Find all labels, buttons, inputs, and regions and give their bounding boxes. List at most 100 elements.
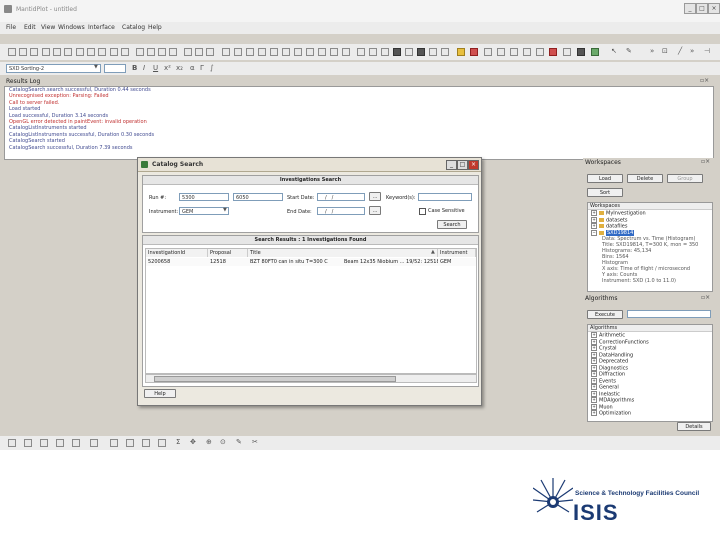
bars-3d-icon[interactable] [381, 48, 389, 56]
expand-icon[interactable]: + [591, 358, 597, 364]
data-picker-icon[interactable]: ⊡ [662, 47, 668, 55]
box-plot-icon[interactable] [318, 48, 326, 56]
math-symbol-icon[interactable]: ∫ [210, 64, 214, 72]
expand-icon[interactable]: − [591, 229, 597, 236]
add-layer-icon[interactable] [158, 48, 166, 56]
save-project-icon[interactable] [30, 48, 38, 56]
more-tools-2-icon[interactable]: » [690, 47, 694, 55]
new-graph-icon[interactable] [76, 48, 84, 56]
arrange-icon[interactable] [169, 48, 177, 56]
greek-upper-icon[interactable]: Γ [200, 64, 204, 72]
scatter-3d-icon[interactable] [393, 48, 401, 56]
col-proposal[interactable]: Proposal [208, 249, 248, 257]
run-to-input[interactable]: 6050 [233, 193, 283, 201]
vectors-icon[interactable] [330, 48, 338, 56]
bottom-tool-5-icon[interactable] [72, 439, 80, 447]
bottom-tool-1-icon[interactable] [8, 439, 16, 447]
select-column-icon[interactable] [497, 48, 505, 56]
expand-icon[interactable]: + [591, 364, 597, 371]
execute-button[interactable]: Execute [587, 310, 623, 319]
select-data-icon[interactable]: ✎ [236, 438, 242, 446]
end-date-picker-button[interactable]: ... [369, 206, 381, 215]
load-button[interactable]: Load [587, 174, 623, 183]
new-3d-icon[interactable] [98, 48, 106, 56]
scatter-plot-icon[interactable] [234, 48, 242, 56]
instrument-dropdown-icon[interactable]: ▼ [223, 207, 227, 213]
bottom-tool-4-icon[interactable] [56, 439, 64, 447]
dialog-close-button[interactable]: × [468, 160, 479, 170]
bold-icon[interactable]: B [132, 64, 137, 72]
contour-map-icon[interactable] [457, 48, 465, 56]
surface-icon[interactable] [417, 48, 425, 56]
new-matrix-icon[interactable] [53, 48, 61, 56]
font-combo[interactable]: SXD SortIng-2 [6, 64, 101, 73]
expand-icon[interactable]: + [591, 403, 597, 410]
expand-icon[interactable]: + [591, 371, 597, 377]
underline-icon[interactable]: U [153, 64, 158, 72]
menu-interface[interactable]: Interface [88, 24, 115, 31]
fit-icon[interactable]: ⊣ [704, 47, 710, 55]
menu-help[interactable]: Help [148, 24, 162, 31]
wireframe-icon[interactable] [429, 48, 437, 56]
workspaces-float-icon[interactable]: ▫× [701, 158, 710, 165]
new-note-icon[interactable] [64, 48, 72, 56]
expand-icon[interactable]: + [591, 377, 597, 384]
gray-map-icon[interactable] [470, 48, 478, 56]
details-button[interactable]: Details [677, 422, 711, 431]
expand-icon[interactable]: + [591, 384, 597, 390]
help-button[interactable]: Help [144, 389, 176, 398]
zoom-out-icon[interactable] [195, 48, 203, 56]
end-date-input[interactable]: __/__/____ [317, 207, 365, 215]
ribbon-icon[interactable] [369, 48, 377, 56]
spreadsheet-icon[interactable] [536, 48, 544, 56]
subscript-icon[interactable]: x₂ [176, 64, 183, 72]
results-log-float-icon[interactable]: ▫× [700, 77, 709, 84]
algorithms-tree[interactable]: Algorithms + Arithmetic + CorrectionFunctio… [587, 324, 713, 422]
transpose-icon[interactable] [510, 48, 518, 56]
bottom-tool-8-icon[interactable] [126, 439, 134, 447]
workspace-icon[interactable] [563, 48, 571, 56]
delete-button[interactable]: Delete [627, 174, 663, 183]
col-investigation-id[interactable]: InvestigationId [146, 249, 208, 257]
expand-icon[interactable]: + [591, 332, 597, 338]
bottom-tool-3-icon[interactable] [40, 439, 48, 447]
size-combo[interactable] [104, 64, 126, 73]
workspaces-tree[interactable]: Workspaces + MyInvestigation + datasets + dat… [587, 202, 713, 292]
expand-icon[interactable]: + [591, 223, 597, 229]
menu-view[interactable]: View [41, 24, 55, 31]
pie-chart-icon[interactable] [294, 48, 302, 56]
pan-icon[interactable]: ✥ [190, 438, 196, 446]
more-tools-icon[interactable]: » [650, 47, 654, 55]
combo-dropdown-icon[interactable]: ▼ [94, 64, 98, 70]
maximize-button[interactable]: □ [696, 3, 708, 14]
add-column-icon[interactable] [484, 48, 492, 56]
contour-icon[interactable] [342, 48, 350, 56]
menu-file[interactable]: File [6, 24, 16, 31]
superscript-icon[interactable]: x² [164, 64, 171, 72]
paste-icon[interactable] [121, 48, 129, 56]
expand-icon[interactable]: + [591, 210, 597, 216]
menu-catalog[interactable]: Catalog [122, 24, 145, 31]
bottom-tool-10-icon[interactable] [158, 439, 166, 447]
algorithm-search-combo[interactable] [627, 310, 711, 318]
algorithm-category[interactable]: + Optimization [588, 410, 712, 417]
bottom-tool-7-icon[interactable] [110, 439, 118, 447]
expand-icon[interactable]: + [591, 397, 597, 403]
slice-viewer-icon[interactable] [591, 48, 599, 56]
expand-icon[interactable]: + [591, 390, 597, 397]
trajectory-icon[interactable] [405, 48, 413, 56]
line-plot-icon[interactable] [222, 48, 230, 56]
expand-icon[interactable]: + [591, 345, 597, 351]
keywords-input[interactable] [418, 193, 472, 201]
horizontal-bars-icon[interactable] [282, 48, 290, 56]
copy-icon[interactable] [110, 48, 118, 56]
reader-icon[interactable]: ✎ [626, 47, 632, 55]
new-project-icon[interactable] [8, 48, 16, 56]
data-reader-icon[interactable]: ⊙ [220, 438, 226, 446]
group-button[interactable]: Group [667, 174, 703, 183]
new-table-icon[interactable] [42, 48, 50, 56]
mask-icon[interactable] [549, 48, 557, 56]
line-symbol-icon[interactable] [246, 48, 254, 56]
color-map-icon[interactable] [441, 48, 449, 56]
instrument-combo[interactable]: GEM [179, 207, 229, 215]
